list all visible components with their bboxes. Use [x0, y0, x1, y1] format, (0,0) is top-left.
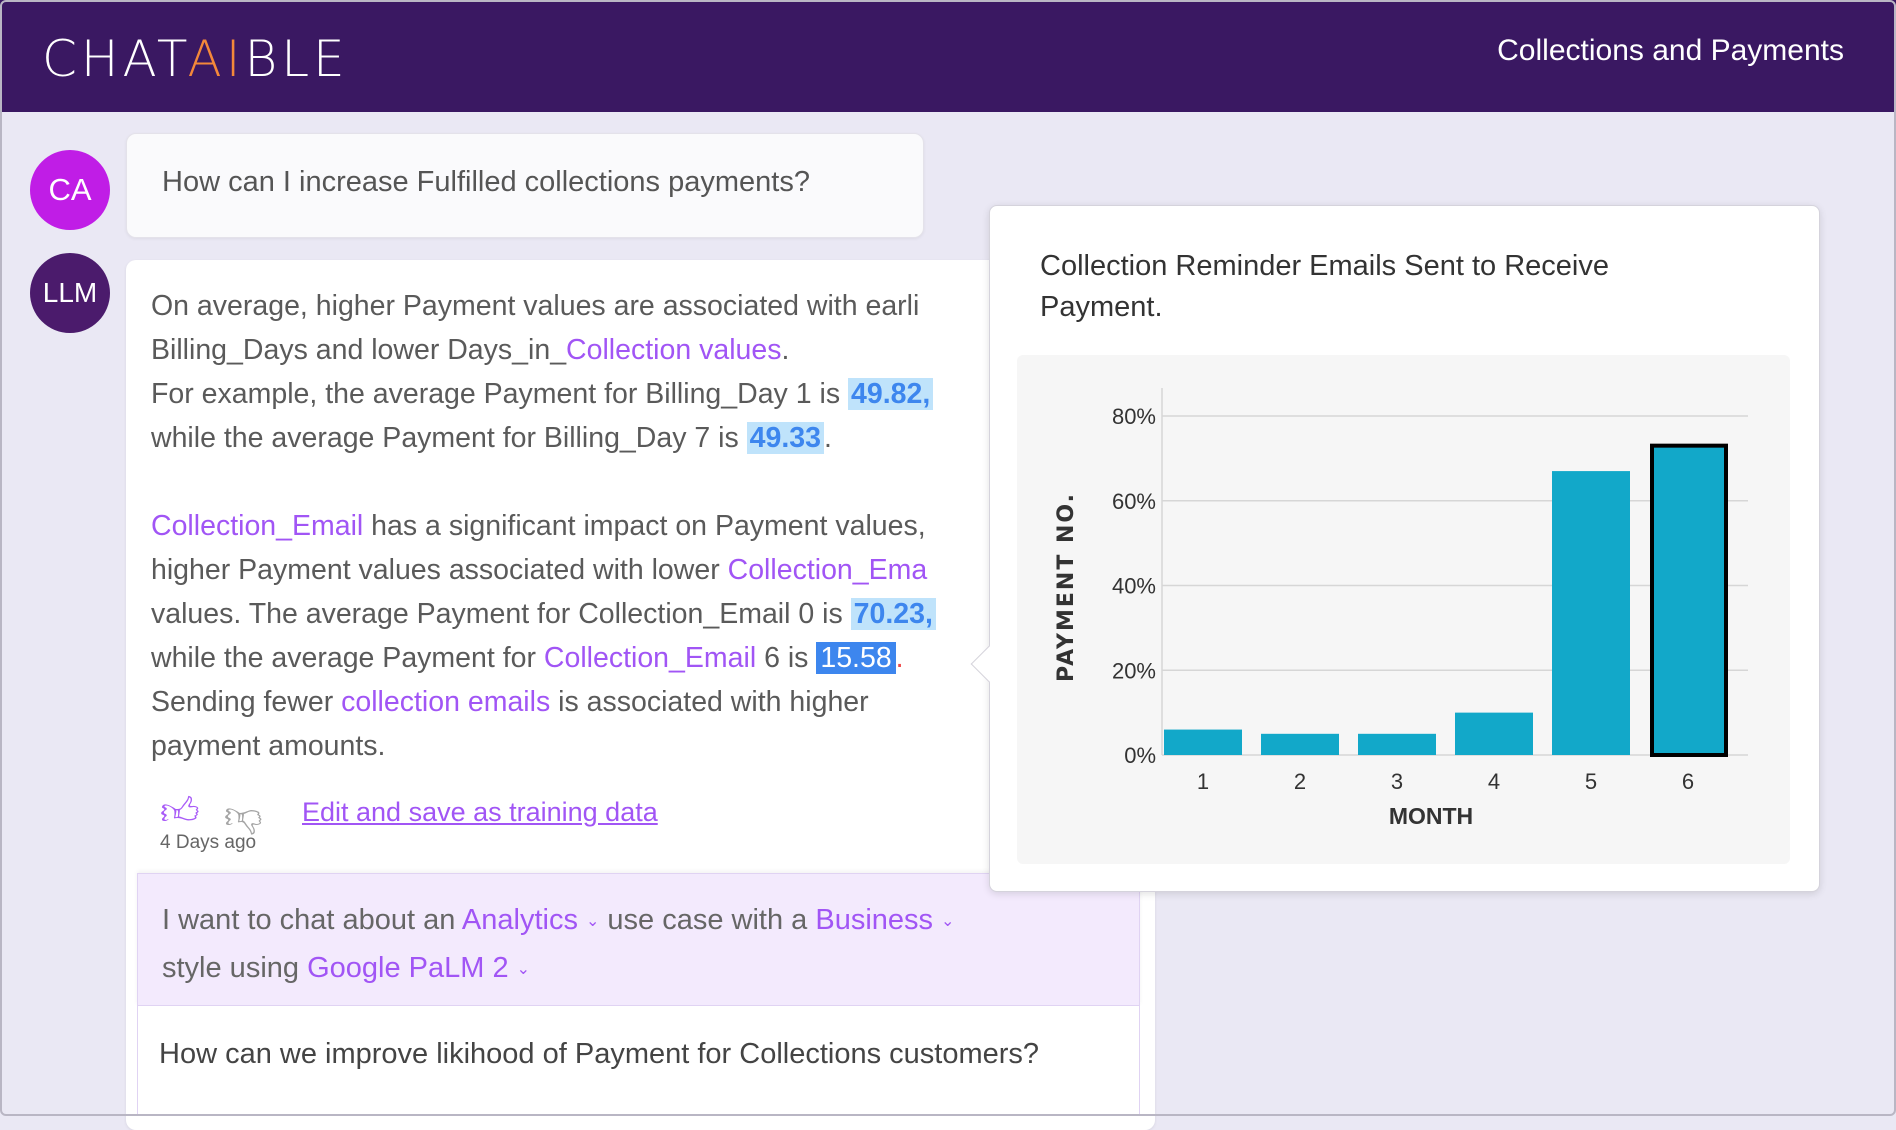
model-dropdown[interactable]: Google PaLM 2 ⌄: [307, 952, 530, 984]
x-tick-label: 5: [1585, 769, 1597, 794]
chat-input-value[interactable]: How can we improve likihood of Payment f…: [159, 1038, 1039, 1071]
response-line: Sending fewer collection emails is assoc…: [151, 680, 936, 724]
timestamp: 4 Days ago: [160, 832, 257, 853]
value-highlight[interactable]: 70.23,: [850, 598, 936, 630]
response-text: payment amounts.: [151, 730, 386, 762]
y-tick-label: 80%: [1112, 404, 1156, 429]
response-text: Billing_Days and lower Days_in_: [151, 334, 567, 366]
thumbs-up-icon[interactable]: 👍︎: [160, 790, 200, 835]
response-text: has a significant impact on Payment valu…: [363, 510, 926, 542]
bar: [1261, 733, 1339, 755]
response-line: while the average Payment for Billing_Da…: [151, 416, 936, 460]
chat-settings: I want to chat about an Analytics ⌄ use c…: [137, 873, 1140, 1006]
entity-link[interactable]: Collection values: [566, 334, 781, 366]
x-tick-label: 2: [1294, 769, 1306, 794]
llm-avatar: LLM: [30, 253, 110, 333]
y-tick-label: 40%: [1112, 574, 1156, 599]
chevron-down-icon: ⌄: [585, 913, 600, 931]
bar: [1455, 712, 1533, 755]
logo-text: BLE: [244, 30, 349, 88]
llm-response-text: On average, higher Payment values are as…: [151, 284, 936, 768]
chart-title: Collection Reminder Emails Sent to Recei…: [1040, 250, 1609, 323]
y-axis-label: PAYMENT NO.: [1054, 492, 1079, 682]
chevron-down-icon: ⌄: [516, 961, 530, 979]
logo-text: CHAT: [42, 30, 188, 88]
response-line: For example, the average Payment for Bil…: [151, 372, 936, 416]
entity-link[interactable]: Collection_Email: [544, 642, 756, 674]
logo-text-ai: AI: [187, 30, 245, 88]
response-line: higher Payment values associated with lo…: [151, 548, 936, 592]
edit-save-training-data-link[interactable]: Edit and save as training data: [302, 797, 658, 828]
page-title: Collections and Payments: [1497, 34, 1844, 67]
response-text: For example, the average Payment for Bil…: [151, 378, 848, 410]
chataible-logo[interactable]: CHATAIBLE: [42, 30, 349, 88]
user-message-text: How can I increase Fulfilled collections…: [162, 166, 810, 198]
response-line: values. The average Payment for Collecti…: [151, 592, 936, 636]
response-line: Billing_Days and lower Days_in_Collectio…: [151, 328, 936, 372]
user-message: How can I increase Fulfilled collections…: [126, 133, 924, 238]
response-text: Sending fewer: [151, 686, 342, 718]
usecase-dropdown[interactable]: Analytics ⌄: [462, 904, 599, 936]
x-axis-label: MONTH: [1389, 803, 1473, 829]
chart-popup: Collection Reminder Emails Sent to Recei…: [970, 205, 1820, 892]
model-value: Google PaLM 2: [307, 952, 509, 984]
x-tick-label: 4: [1488, 769, 1500, 794]
response-text: 6 is: [756, 642, 817, 674]
chat-input[interactable]: How can we improve likihood of Payment f…: [137, 1006, 1140, 1116]
value-highlight[interactable]: 49.33: [746, 422, 824, 454]
response-text: while the average Payment for: [151, 642, 544, 674]
response-text: .: [895, 642, 904, 674]
response-text: values. The average Payment for Collecti…: [151, 598, 851, 630]
entity-link[interactable]: collection emails: [341, 686, 550, 718]
response-line: Collection_Email has a significant impac…: [151, 504, 936, 548]
bar-chart: 0% 20% 40% 60% 80% 1 2 3 4 5 6 MONTH PAYMENT NO.: [1054, 388, 1748, 829]
response-text: .: [781, 334, 790, 366]
bar: [1552, 471, 1630, 755]
response-text: is associated with higher: [550, 686, 869, 718]
bar: [1358, 733, 1436, 755]
user-avatar: CA: [30, 150, 110, 230]
response-line: while the average Payment for Collection…: [151, 636, 936, 680]
style-value: Business: [815, 904, 934, 936]
response-line: [151, 460, 936, 504]
chevron-down-icon: ⌄: [941, 913, 955, 931]
settings-text: use case with a: [607, 904, 808, 936]
y-tick-label: 0%: [1124, 743, 1156, 768]
bar: [1650, 443, 1728, 757]
settings-text: I want to chat about an: [162, 904, 456, 936]
value-highlight[interactable]: 49.82,: [848, 378, 934, 410]
response-text: higher Payment values associated with lo…: [151, 554, 728, 586]
app-header: CHATAIBLE Collections and Payments: [0, 0, 1896, 112]
chart-panel: 0% 20% 40% 60% 80% 1 2 3 4 5 6 MONTH PAYMENT NO.: [1017, 355, 1790, 864]
response-line: On average, higher Payment values are as…: [151, 284, 936, 328]
response-text: while the average Payment for Billing_Da…: [151, 422, 747, 454]
x-tick-label: 3: [1391, 769, 1403, 794]
response-text: On average, higher Payment values are as…: [151, 290, 920, 322]
x-tick-label: 1: [1197, 769, 1209, 794]
usecase-value: Analytics: [461, 904, 578, 936]
bar: [1164, 729, 1242, 755]
entity-link[interactable]: Collection_Ema: [728, 554, 928, 586]
response-text: .: [823, 422, 832, 454]
y-tick-label: 20%: [1112, 658, 1156, 683]
entity-link[interactable]: Collection_Email: [151, 510, 363, 542]
style-dropdown[interactable]: Business ⌄: [815, 904, 954, 936]
y-tick-label: 60%: [1112, 489, 1156, 514]
settings-text: style using: [162, 952, 300, 984]
response-line: payment amounts.: [151, 724, 936, 768]
x-tick-label: 6: [1682, 769, 1694, 794]
value-highlight[interactable]: 15.58: [816, 642, 896, 674]
